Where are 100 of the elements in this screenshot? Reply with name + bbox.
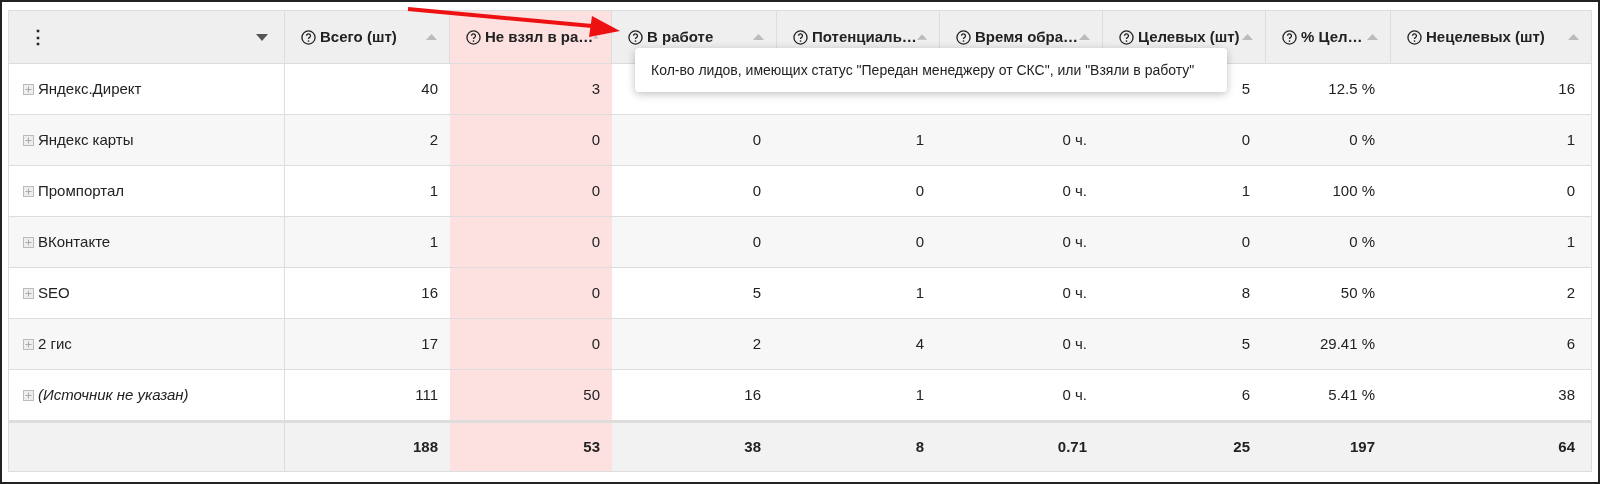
table-cell-text: 0 bbox=[591, 333, 600, 354]
sort-icon[interactable] bbox=[1367, 34, 1378, 40]
table-cell-text: 12.5 % bbox=[1328, 78, 1375, 99]
table-cell-text: 1 bbox=[915, 282, 924, 303]
total-cell-text: 25 bbox=[1233, 436, 1250, 457]
help-icon bbox=[301, 29, 316, 45]
total-cell-text: 53 bbox=[583, 436, 600, 457]
table-cell-text: 2 bbox=[1566, 282, 1575, 303]
table-cell-text: 0 bbox=[752, 180, 761, 201]
table-cell-text: 29.41 % bbox=[1319, 333, 1375, 354]
table-cell-text: 38 bbox=[1558, 384, 1575, 405]
table-cell-text: 0 bbox=[591, 129, 600, 150]
column-header[interactable]: В работе bbox=[647, 25, 714, 49]
source-name: ВКонтакте bbox=[38, 231, 111, 252]
expand-icon[interactable] bbox=[23, 185, 34, 197]
table-cell-text: 0 ч. bbox=[1062, 384, 1087, 405]
table-cell-text: 16 bbox=[1558, 78, 1575, 99]
table-cell-text: 2 bbox=[752, 333, 761, 354]
table-cell-text: 0 % bbox=[1349, 129, 1375, 150]
total-cell-text: 197 bbox=[1349, 436, 1375, 457]
table-cell-text: 16 bbox=[744, 384, 761, 405]
menu-button[interactable]: ⋮ bbox=[25, 23, 51, 51]
table-cell-text: 1 bbox=[1566, 129, 1575, 150]
table-cell-text: 0 bbox=[1566, 180, 1575, 201]
source-name: SEO bbox=[38, 282, 70, 303]
table-cell-text: 50 bbox=[583, 384, 600, 405]
total-cell-text: 64 bbox=[1558, 436, 1575, 457]
table-cell-text: 0 bbox=[915, 231, 924, 252]
table-cell-text: 0 bbox=[591, 231, 600, 252]
table-cell-text: 1 bbox=[1241, 180, 1250, 201]
total-cell-text: 8 bbox=[915, 436, 924, 457]
table-cell-text: 0 ч. bbox=[1062, 282, 1087, 303]
table-cell-text: 0 bbox=[1241, 231, 1250, 252]
table-cell-text: 1 bbox=[1566, 231, 1575, 252]
table-cell-text: 0 bbox=[1241, 129, 1250, 150]
column-header[interactable]: Потенциаль… bbox=[812, 25, 917, 49]
help-icon bbox=[466, 29, 481, 45]
column-header[interactable]: Время обра… bbox=[975, 25, 1079, 49]
table-cell-text: 5 bbox=[752, 282, 761, 303]
column-header[interactable]: % Цел… bbox=[1301, 25, 1363, 49]
table-cell-text: 1 bbox=[915, 129, 924, 150]
tooltip: Кол-во лидов, имеющих статус "Передан менеджеру от СКС", или "Взяли в работу" bbox=[635, 48, 1227, 92]
sort-icon[interactable] bbox=[1079, 34, 1090, 40]
table-cell-text: 17 bbox=[421, 333, 438, 354]
table-cell-text: 0 ч. bbox=[1062, 231, 1087, 252]
table-cell-text: 1 bbox=[429, 231, 438, 252]
source-name: Яндекс карты bbox=[38, 129, 134, 150]
table-cell-text: 0 bbox=[752, 231, 761, 252]
table-cell-text: 5 bbox=[1241, 333, 1250, 354]
table-cell-text: 40 bbox=[421, 78, 438, 99]
table-cell-text: 8 bbox=[1241, 282, 1250, 303]
table-cell-text: 50 % bbox=[1340, 282, 1375, 303]
total-cell-text: 188 bbox=[412, 436, 438, 457]
table-cell-text: 0 ч. bbox=[1062, 333, 1087, 354]
table-cell-text: 2 bbox=[429, 129, 438, 150]
column-header[interactable]: Нецелевых (шт) bbox=[1426, 25, 1545, 49]
table-cell-text: 0 bbox=[591, 282, 600, 303]
help-icon bbox=[628, 29, 643, 45]
expand-icon[interactable] bbox=[23, 134, 34, 146]
expand-icon[interactable] bbox=[23, 287, 34, 299]
help-icon bbox=[1119, 29, 1134, 45]
sort-icon[interactable] bbox=[593, 34, 599, 40]
sort-icon[interactable] bbox=[1242, 34, 1253, 40]
expand-icon[interactable] bbox=[23, 236, 34, 248]
table-cell-text: 0 ч. bbox=[1062, 180, 1087, 201]
table-cell-text: 6 bbox=[1566, 333, 1575, 354]
help-icon bbox=[793, 29, 808, 45]
table-cell-text: 5 bbox=[1241, 78, 1250, 99]
source-name: Яндекс.Директ bbox=[38, 78, 142, 99]
table-cell-text: 100 % bbox=[1332, 180, 1375, 201]
table-cell-text: 3 bbox=[591, 78, 600, 99]
total-cell-text: 0.71 bbox=[1057, 436, 1087, 457]
table-cell-text: 0 % bbox=[1349, 231, 1375, 252]
column-header[interactable]: Целевых (шт) bbox=[1138, 25, 1240, 49]
table-cell-text: 1 bbox=[915, 384, 924, 405]
expand-icon[interactable] bbox=[23, 83, 34, 95]
source-name: (Источник не указан) bbox=[38, 384, 189, 405]
table-cell-text: 5.41 % bbox=[1328, 384, 1375, 405]
table-cell-text: 16 bbox=[421, 282, 438, 303]
sort-icon[interactable] bbox=[426, 34, 437, 40]
dropdown-caret-icon[interactable] bbox=[256, 33, 268, 41]
source-name: 2 гис bbox=[38, 333, 72, 354]
help-icon bbox=[1407, 29, 1422, 45]
table-cell-text: 0 ч. bbox=[1062, 129, 1087, 150]
sort-icon[interactable] bbox=[916, 34, 927, 40]
table-cell-text: 4 bbox=[915, 333, 924, 354]
help-icon bbox=[956, 29, 971, 45]
table-cell-text: 0 bbox=[752, 129, 761, 150]
sort-icon[interactable] bbox=[753, 34, 764, 40]
table-cell-text: 1 bbox=[429, 180, 438, 201]
table-cell-text: 6 bbox=[1241, 384, 1250, 405]
table-cell-text: 111 bbox=[415, 384, 438, 405]
source-name: Промпортал bbox=[38, 180, 125, 201]
table-cell-text: 0 bbox=[591, 180, 600, 201]
expand-icon[interactable] bbox=[23, 338, 34, 350]
sort-icon[interactable] bbox=[1568, 34, 1579, 40]
total-cell-text: 38 bbox=[744, 436, 761, 457]
expand-icon[interactable] bbox=[23, 389, 34, 401]
column-header[interactable]: Всего (шт) bbox=[320, 25, 397, 49]
help-icon bbox=[1282, 29, 1297, 45]
